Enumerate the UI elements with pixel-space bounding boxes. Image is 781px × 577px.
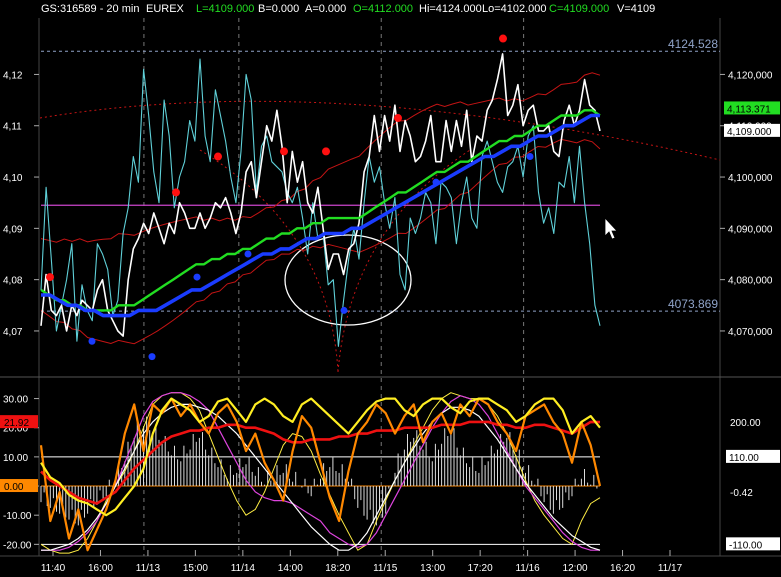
blue-signal-dot bbox=[88, 337, 96, 345]
osc-y-tick-label: 10.00 bbox=[3, 453, 28, 464]
x-tick-label: 15:00 bbox=[183, 563, 208, 574]
x-tick-label: 11/16 bbox=[515, 563, 540, 574]
price-badge-label: 4,109.000 bbox=[727, 127, 772, 138]
red-signal-dot bbox=[46, 273, 54, 282]
red-signal-dot bbox=[214, 152, 222, 161]
x-tick-label: 11/17 bbox=[658, 563, 683, 574]
header-symbol: GS:316589 - 20 min bbox=[41, 3, 139, 15]
price-y-tick-label: 4,08 bbox=[3, 276, 23, 287]
x-tick-label: 11/14 bbox=[231, 563, 256, 574]
header-ask: A=0.000 bbox=[305, 3, 346, 15]
price-y-tick-right-label: 4,120,000 bbox=[728, 70, 773, 81]
guide-level-label: 4073.869 bbox=[668, 297, 718, 311]
osc-y-tick-label: -10.00 bbox=[3, 511, 32, 522]
blue-signal-dot bbox=[244, 250, 252, 258]
red-signal-dot bbox=[322, 147, 330, 156]
osc-left-badge-label: 21.92 bbox=[4, 418, 29, 429]
osc-y-tick-right-label: -0.42 bbox=[730, 488, 753, 499]
osc-y-tick-right-label: 200.00 bbox=[730, 418, 761, 429]
x-tick-label: 16:20 bbox=[610, 563, 635, 574]
x-tick-label: 14:00 bbox=[278, 563, 303, 574]
x-tick-label: 13:00 bbox=[420, 563, 445, 574]
osc-left-badge-label: 0.00 bbox=[4, 482, 24, 493]
blue-signal-dot bbox=[432, 178, 440, 186]
header-last: L=4109.000 bbox=[196, 3, 254, 15]
header-close: C=4109.000 bbox=[549, 3, 609, 15]
blue-signal-dot bbox=[526, 153, 534, 161]
blue-signal-dot bbox=[340, 306, 348, 314]
header-open: O=4112.000 bbox=[353, 3, 413, 15]
header-volume: V=4109 bbox=[617, 3, 655, 15]
x-tick-label: 11/13 bbox=[136, 563, 161, 574]
red-signal-dot bbox=[394, 114, 402, 123]
red-signal-dot bbox=[172, 188, 180, 197]
x-tick-label: 17:20 bbox=[468, 563, 493, 574]
chart-canvas: GS:316589 - 20 min EUREX L=4109.000 B=0.… bbox=[0, 0, 781, 577]
header-exchange: EUREX bbox=[146, 3, 185, 15]
x-tick-label: 11:40 bbox=[41, 563, 66, 574]
osc-y-tick-label: 30.00 bbox=[3, 395, 28, 406]
guide-level-label: 4124.528 bbox=[668, 37, 718, 51]
osc-right-badge-label: -110.00 bbox=[729, 540, 763, 551]
price-y-tick-label: 4,12 bbox=[3, 70, 23, 81]
price-y-tick-right-label: 4,070,000 bbox=[728, 327, 773, 338]
price-y-tick-right-label: 4,090,000 bbox=[728, 224, 773, 235]
price-y-tick-label: 4,09 bbox=[3, 224, 23, 235]
x-tick-label: 18:20 bbox=[325, 563, 350, 574]
price-y-tick-right-label: 4,100,000 bbox=[728, 173, 773, 184]
price-y-tick-label: 4,11 bbox=[3, 122, 22, 133]
x-tick-label: 16:00 bbox=[88, 563, 113, 574]
header-high: Hi=4124.000 bbox=[419, 3, 482, 15]
x-tick-label: 12:00 bbox=[563, 563, 588, 574]
price-badge-label: 4,113.371 bbox=[727, 104, 771, 115]
price-y-tick-label: 4,10 bbox=[3, 173, 23, 184]
red-signal-dot bbox=[499, 34, 507, 43]
blue-signal-dot bbox=[193, 273, 201, 281]
osc-y-tick-label: -20.00 bbox=[3, 540, 32, 551]
price-y-tick-right-label: 4,080,000 bbox=[728, 276, 773, 287]
red-signal-dot bbox=[280, 147, 288, 156]
header-low: Lo=4102.000 bbox=[482, 3, 547, 15]
header-bid: B=0.000 bbox=[258, 3, 299, 15]
osc-right-badge-label: 110.00 bbox=[729, 453, 759, 464]
x-tick-label: 11/15 bbox=[373, 563, 398, 574]
blue-signal-dot bbox=[148, 353, 156, 361]
price-y-tick-label: 4,07 bbox=[3, 327, 23, 338]
